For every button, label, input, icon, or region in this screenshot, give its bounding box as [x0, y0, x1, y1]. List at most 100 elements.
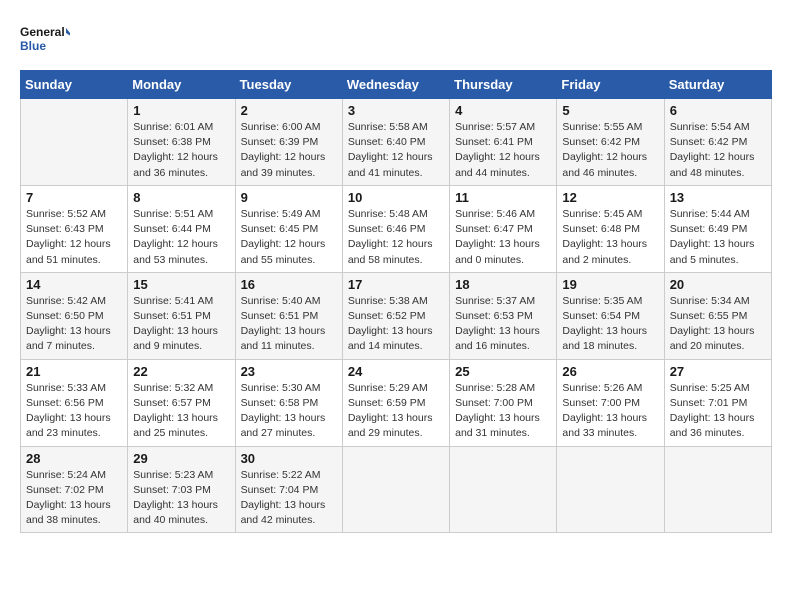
day-info: Sunrise: 5:49 AM Sunset: 6:45 PM Dayligh…	[241, 207, 337, 268]
day-info: Sunrise: 6:01 AM Sunset: 6:38 PM Dayligh…	[133, 120, 229, 181]
svg-text:Blue: Blue	[20, 39, 46, 53]
col-header-monday: Monday	[128, 71, 235, 99]
day-info: Sunrise: 5:25 AM Sunset: 7:01 PM Dayligh…	[670, 381, 766, 442]
day-number: 25	[455, 364, 551, 379]
col-header-thursday: Thursday	[450, 71, 557, 99]
day-cell: 11 Sunrise: 5:46 AM Sunset: 6:47 PM Dayli…	[450, 185, 557, 272]
day-info: Sunrise: 5:57 AM Sunset: 6:41 PM Dayligh…	[455, 120, 551, 181]
day-cell: 22 Sunrise: 5:32 AM Sunset: 6:57 PM Dayli…	[128, 359, 235, 446]
day-cell	[21, 99, 128, 186]
day-cell: 29 Sunrise: 5:23 AM Sunset: 7:03 PM Dayli…	[128, 446, 235, 533]
day-info: Sunrise: 5:33 AM Sunset: 6:56 PM Dayligh…	[26, 381, 122, 442]
day-info: Sunrise: 5:44 AM Sunset: 6:49 PM Dayligh…	[670, 207, 766, 268]
day-info: Sunrise: 5:46 AM Sunset: 6:47 PM Dayligh…	[455, 207, 551, 268]
day-number: 7	[26, 190, 122, 205]
day-number: 1	[133, 103, 229, 118]
day-info: Sunrise: 5:35 AM Sunset: 6:54 PM Dayligh…	[562, 294, 658, 355]
day-number: 22	[133, 364, 229, 379]
day-cell: 21 Sunrise: 5:33 AM Sunset: 6:56 PM Dayli…	[21, 359, 128, 446]
day-info: Sunrise: 5:37 AM Sunset: 6:53 PM Dayligh…	[455, 294, 551, 355]
day-info: Sunrise: 5:52 AM Sunset: 6:43 PM Dayligh…	[26, 207, 122, 268]
day-number: 6	[670, 103, 766, 118]
week-row-2: 7 Sunrise: 5:52 AM Sunset: 6:43 PM Daylig…	[21, 185, 772, 272]
day-info: Sunrise: 5:30 AM Sunset: 6:58 PM Dayligh…	[241, 381, 337, 442]
day-info: Sunrise: 5:23 AM Sunset: 7:03 PM Dayligh…	[133, 468, 229, 529]
day-info: Sunrise: 5:34 AM Sunset: 6:55 PM Dayligh…	[670, 294, 766, 355]
day-cell: 27 Sunrise: 5:25 AM Sunset: 7:01 PM Dayli…	[664, 359, 771, 446]
day-number: 19	[562, 277, 658, 292]
week-row-3: 14Sunrise: 5:42 AM Sunset: 6:50 PM Dayli…	[21, 272, 772, 359]
day-cell: 5 Sunrise: 5:55 AM Sunset: 6:42 PM Daylig…	[557, 99, 664, 186]
calendar-table: SundayMondayTuesdayWednesdayThursdayFrid…	[20, 70, 772, 533]
day-info: Sunrise: 5:58 AM Sunset: 6:40 PM Dayligh…	[348, 120, 444, 181]
svg-text:General: General	[20, 25, 65, 39]
day-info: Sunrise: 5:40 AM Sunset: 6:51 PM Dayligh…	[241, 294, 337, 355]
col-header-sunday: Sunday	[21, 71, 128, 99]
header-row: SundayMondayTuesdayWednesdayThursdayFrid…	[21, 71, 772, 99]
day-cell	[557, 446, 664, 533]
day-cell: 30 Sunrise: 5:22 AM Sunset: 7:04 PM Dayli…	[235, 446, 342, 533]
page-header: General Blue	[20, 20, 772, 60]
day-number: 29	[133, 451, 229, 466]
day-info: Sunrise: 5:24 AM Sunset: 7:02 PM Dayligh…	[26, 468, 122, 529]
day-cell: 17 Sunrise: 5:38 AM Sunset: 6:52 PM Dayli…	[342, 272, 449, 359]
day-cell: 13 Sunrise: 5:44 AM Sunset: 6:49 PM Dayli…	[664, 185, 771, 272]
day-number: 28	[26, 451, 122, 466]
day-cell	[450, 446, 557, 533]
day-cell: 8 Sunrise: 5:51 AM Sunset: 6:44 PM Daylig…	[128, 185, 235, 272]
week-row-5: 28 Sunrise: 5:24 AM Sunset: 7:02 PM Dayli…	[21, 446, 772, 533]
day-number: 17	[348, 277, 444, 292]
day-cell: 25 Sunrise: 5:28 AM Sunset: 7:00 PM Dayli…	[450, 359, 557, 446]
day-info: Sunrise: 5:51 AM Sunset: 6:44 PM Dayligh…	[133, 207, 229, 268]
col-header-saturday: Saturday	[664, 71, 771, 99]
day-number: 30	[241, 451, 337, 466]
week-row-4: 21 Sunrise: 5:33 AM Sunset: 6:56 PM Dayli…	[21, 359, 772, 446]
day-info: Sunrise: 5:38 AM Sunset: 6:52 PM Dayligh…	[348, 294, 444, 355]
day-cell: 20 Sunrise: 5:34 AM Sunset: 6:55 PM Dayli…	[664, 272, 771, 359]
day-cell	[342, 446, 449, 533]
day-number: 8	[133, 190, 229, 205]
day-info: Sunrise: 5:54 AM Sunset: 6:42 PM Dayligh…	[670, 120, 766, 181]
day-info: Sunrise: 5:29 AM Sunset: 6:59 PM Dayligh…	[348, 381, 444, 442]
day-cell: 12Sunrise: 5:45 AM Sunset: 6:48 PM Dayli…	[557, 185, 664, 272]
day-number: 3	[348, 103, 444, 118]
day-cell: 19 Sunrise: 5:35 AM Sunset: 6:54 PM Dayli…	[557, 272, 664, 359]
day-cell: 7 Sunrise: 5:52 AM Sunset: 6:43 PM Daylig…	[21, 185, 128, 272]
logo-svg: General Blue	[20, 20, 70, 60]
day-cell: 18 Sunrise: 5:37 AM Sunset: 6:53 PM Dayli…	[450, 272, 557, 359]
day-info: Sunrise: 5:32 AM Sunset: 6:57 PM Dayligh…	[133, 381, 229, 442]
day-number: 5	[562, 103, 658, 118]
day-cell: 23Sunrise: 5:30 AM Sunset: 6:58 PM Dayli…	[235, 359, 342, 446]
day-info: Sunrise: 6:00 AM Sunset: 6:39 PM Dayligh…	[241, 120, 337, 181]
day-number: 18	[455, 277, 551, 292]
day-number: 21	[26, 364, 122, 379]
day-number: 20	[670, 277, 766, 292]
day-info: Sunrise: 5:45 AM Sunset: 6:48 PM Dayligh…	[562, 207, 658, 268]
day-cell: 3 Sunrise: 5:58 AM Sunset: 6:40 PM Daylig…	[342, 99, 449, 186]
day-cell: 6 Sunrise: 5:54 AM Sunset: 6:42 PM Daylig…	[664, 99, 771, 186]
day-number: 26	[562, 364, 658, 379]
day-info: Sunrise: 5:28 AM Sunset: 7:00 PM Dayligh…	[455, 381, 551, 442]
day-cell: 16 Sunrise: 5:40 AM Sunset: 6:51 PM Dayli…	[235, 272, 342, 359]
day-cell: 9 Sunrise: 5:49 AM Sunset: 6:45 PM Daylig…	[235, 185, 342, 272]
day-info: Sunrise: 5:26 AM Sunset: 7:00 PM Dayligh…	[562, 381, 658, 442]
day-number: 27	[670, 364, 766, 379]
day-info: Sunrise: 5:22 AM Sunset: 7:04 PM Dayligh…	[241, 468, 337, 529]
day-number: 11	[455, 190, 551, 205]
day-cell: 10Sunrise: 5:48 AM Sunset: 6:46 PM Dayli…	[342, 185, 449, 272]
day-cell	[664, 446, 771, 533]
day-number: 14	[26, 277, 122, 292]
day-cell: 26 Sunrise: 5:26 AM Sunset: 7:00 PM Dayli…	[557, 359, 664, 446]
day-number: 15	[133, 277, 229, 292]
day-info: Sunrise: 5:55 AM Sunset: 6:42 PM Dayligh…	[562, 120, 658, 181]
day-number: 9	[241, 190, 337, 205]
week-row-1: 1 Sunrise: 6:01 AM Sunset: 6:38 PM Daylig…	[21, 99, 772, 186]
day-number: 16	[241, 277, 337, 292]
day-cell: 15 Sunrise: 5:41 AM Sunset: 6:51 PM Dayli…	[128, 272, 235, 359]
col-header-friday: Friday	[557, 71, 664, 99]
col-header-tuesday: Tuesday	[235, 71, 342, 99]
day-cell: 28 Sunrise: 5:24 AM Sunset: 7:02 PM Dayli…	[21, 446, 128, 533]
day-info: Sunrise: 5:41 AM Sunset: 6:51 PM Dayligh…	[133, 294, 229, 355]
logo: General Blue	[20, 20, 70, 60]
day-number: 13	[670, 190, 766, 205]
